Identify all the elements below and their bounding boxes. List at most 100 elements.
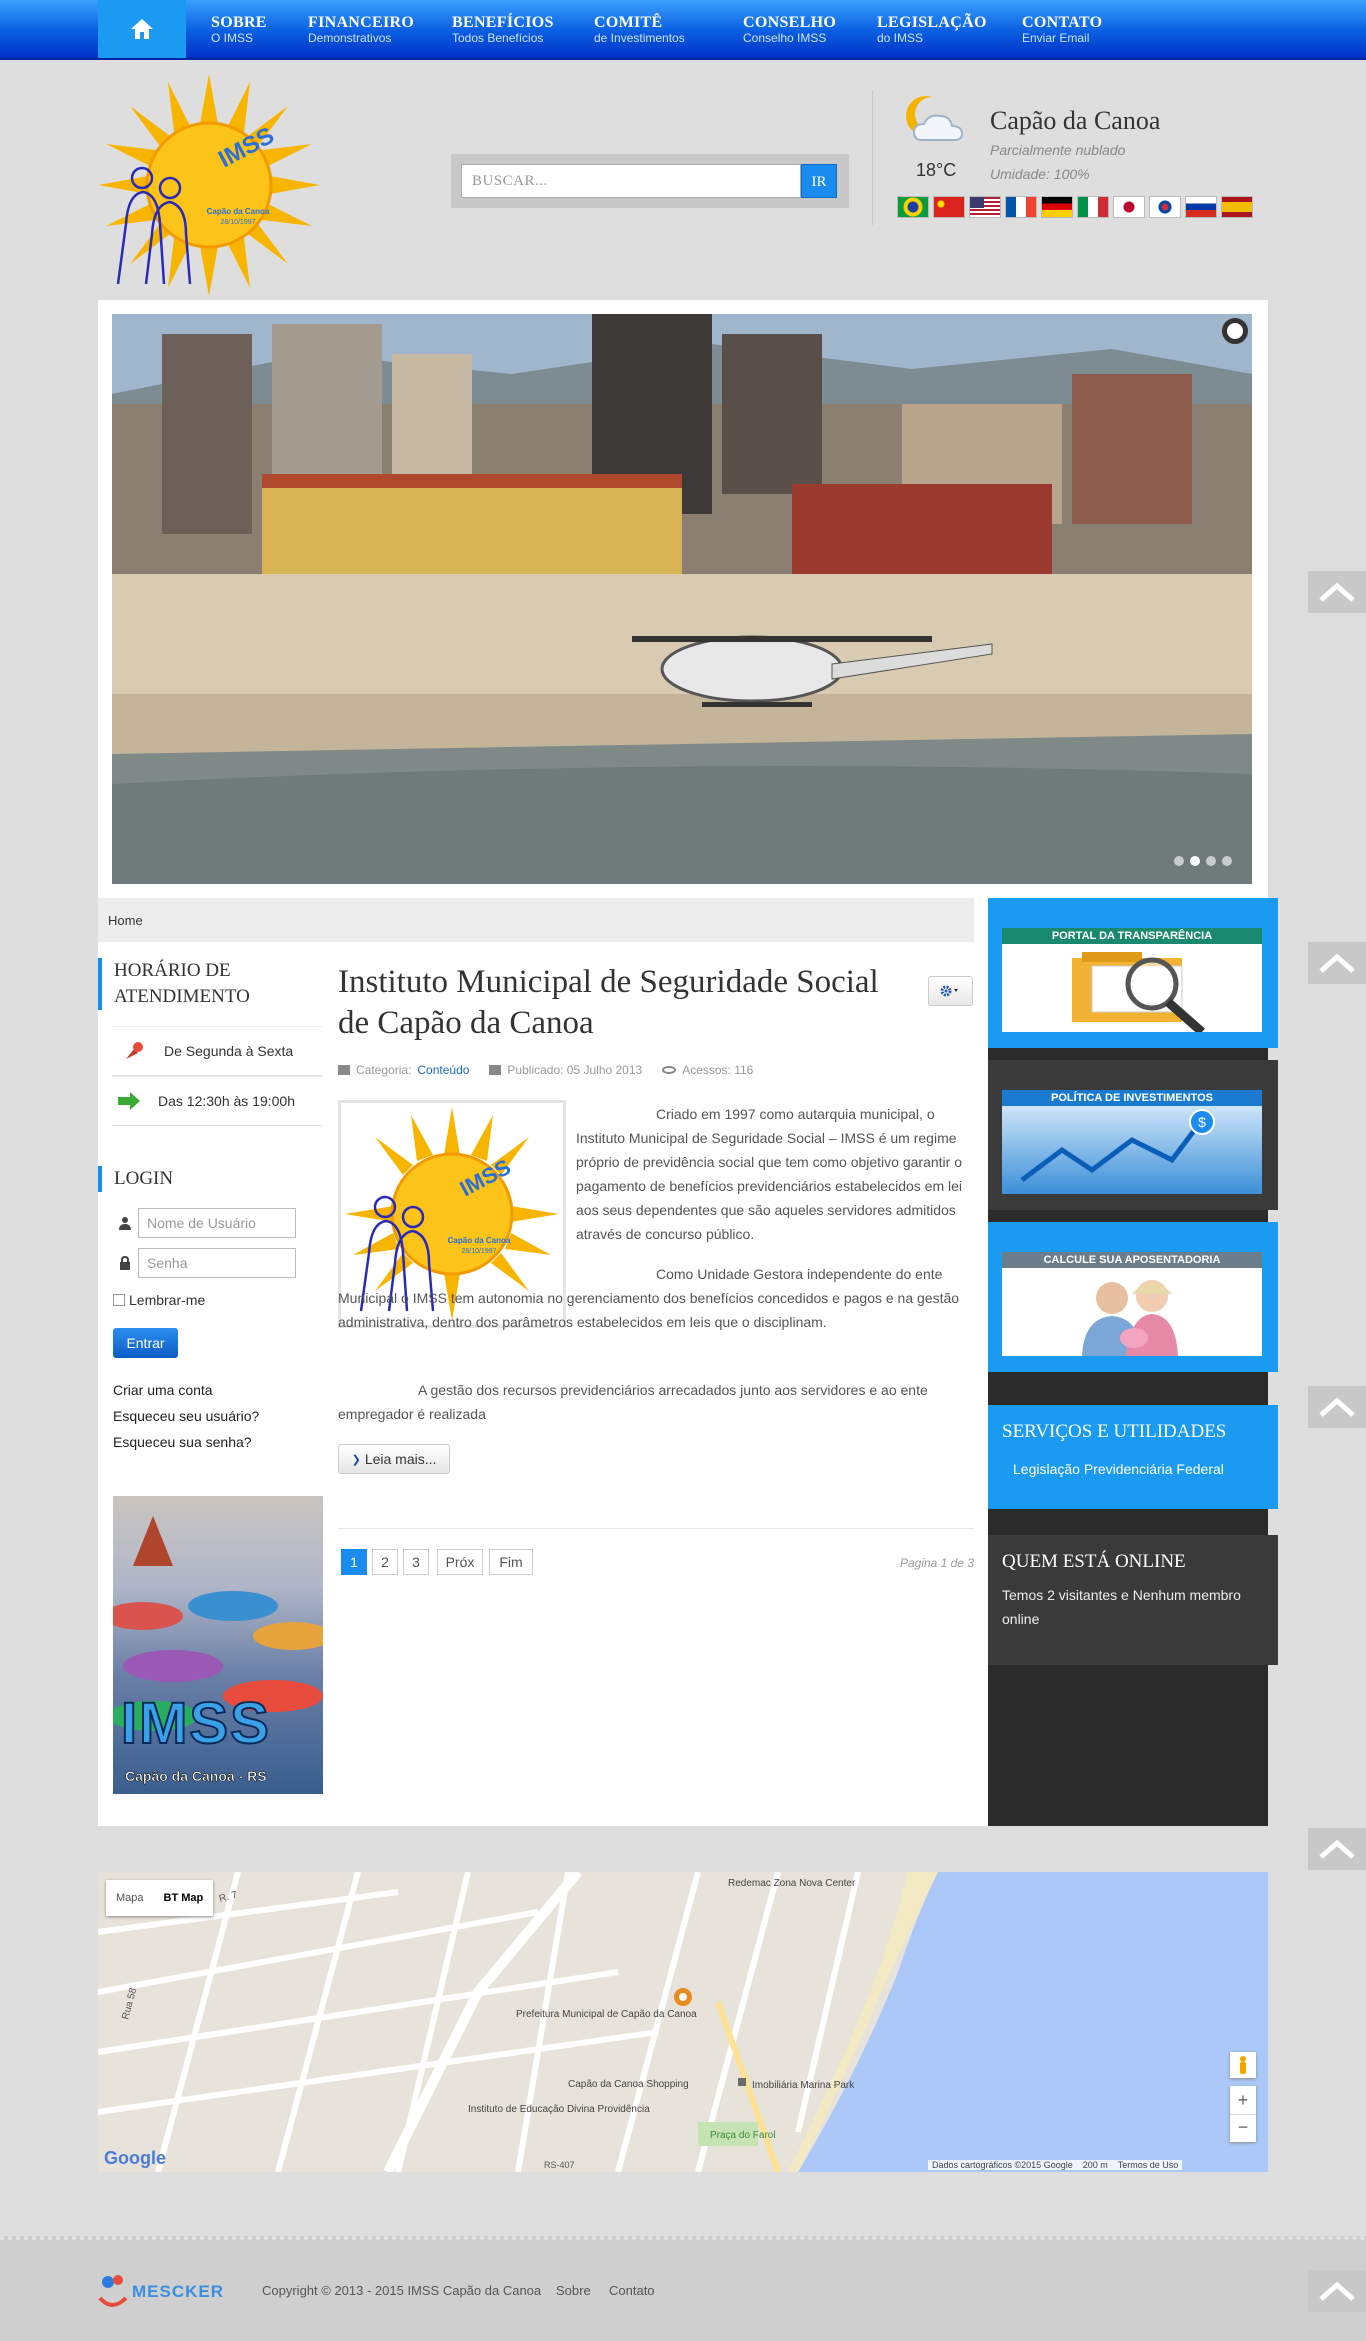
flag-korea-icon[interactable] xyxy=(1149,196,1181,218)
imss-side-banner[interactable]: IMSS Capão da Canoa - RS xyxy=(113,1496,323,1794)
breadcrumb-home[interactable]: Home xyxy=(108,913,143,928)
article-options-button[interactable] xyxy=(928,976,973,1006)
login-title: LOGIN xyxy=(98,1166,322,1192)
calendar-icon xyxy=(489,1065,502,1075)
image-slider xyxy=(98,300,1268,898)
banner-label: PORTAL DA TRANSPARÊNCIA xyxy=(1002,928,1262,944)
slider-dot[interactable] xyxy=(1222,856,1232,866)
scroll-top-button[interactable] xyxy=(1308,1386,1366,1428)
map-label-instituto: Instituto de Educação Divina Providência xyxy=(468,2104,650,2115)
scroll-top-button[interactable] xyxy=(1308,571,1366,613)
search-input[interactable]: BUSCAR... xyxy=(461,164,801,198)
chevron-up-icon xyxy=(1319,1839,1355,1859)
last-page-button[interactable]: Fim xyxy=(489,1549,533,1575)
flag-spain-icon[interactable] xyxy=(1221,196,1253,218)
eye-icon xyxy=(662,1066,677,1074)
password-input[interactable]: Senha xyxy=(138,1248,296,1278)
next-page-button[interactable]: Próx xyxy=(437,1549,483,1575)
lock-icon xyxy=(112,1248,138,1278)
remember-me[interactable]: Lembrar-me xyxy=(113,1292,205,1308)
home-button[interactable] xyxy=(98,0,186,58)
map-label-praca: Praça do Farol xyxy=(710,2130,776,2141)
page-3-button[interactable]: 3 xyxy=(403,1549,429,1575)
scroll-top-button[interactable] xyxy=(1308,1828,1366,1870)
logo-date: 28/10/1997 xyxy=(220,219,255,226)
forgot-password-link[interactable]: Esqueceu sua senha? xyxy=(113,1434,252,1450)
slide-photo-beach[interactable] xyxy=(112,314,1252,884)
nav-item-conselho[interactable]: CONSELHO Conselho IMSS xyxy=(743,14,836,45)
category-label: Categoria: xyxy=(356,1063,412,1077)
services-title: SERVIÇOS E UTILIDADES xyxy=(1002,1421,1227,1442)
weather-humidity: Umidade: 100% xyxy=(990,166,1090,182)
flag-france-icon[interactable] xyxy=(1005,196,1037,218)
weather-city: Capão da Canoa xyxy=(990,106,1161,135)
map-tab-mapa[interactable]: Mapa xyxy=(106,1892,154,1904)
zoom-in-icon[interactable]: + xyxy=(1230,2086,1256,2114)
map-tab-btmap[interactable]: BT Map xyxy=(154,1892,214,1904)
chevron-right-icon: ❯ xyxy=(351,1453,361,1466)
username-input[interactable]: Nome de Usuário xyxy=(138,1208,296,1238)
flag-usa-icon[interactable] xyxy=(969,196,1001,218)
banner-title: IMSS xyxy=(120,1690,271,1757)
transparency-portal-banner[interactable]: PORTAL DA TRANSPARÊNCIA xyxy=(988,898,1278,1048)
search-button[interactable]: IR xyxy=(801,164,837,198)
published-date: Publicado: 05 Julho 2013 xyxy=(507,1063,643,1077)
hours-time-row: Das 12:30h às 19:00h xyxy=(112,1076,322,1126)
read-more-button[interactable]: ❯ Leia mais... xyxy=(338,1444,450,1474)
forgot-username-link[interactable]: Esqueceu seu usuário? xyxy=(113,1408,259,1424)
page-2-button[interactable]: 2 xyxy=(372,1549,398,1575)
flag-brazil-icon[interactable] xyxy=(897,196,929,218)
slider-dot[interactable] xyxy=(1206,856,1216,866)
flag-japan-icon[interactable] xyxy=(1113,196,1145,218)
flag-italy-icon[interactable] xyxy=(1077,196,1109,218)
footer-link-contato[interactable]: Contato xyxy=(609,2283,655,2298)
flag-germany-icon[interactable] xyxy=(1041,196,1073,218)
footer-link-sobre[interactable]: Sobre xyxy=(556,2283,591,2298)
map-label-nova-center: Redemac Zona Nova Center xyxy=(728,1878,856,1889)
nav-item-legislacao[interactable]: LEGISLAÇÃO do IMSS xyxy=(877,14,987,45)
nav-title: CONSELHO xyxy=(743,14,837,31)
nav-item-sobre[interactable]: SOBRE O IMSS xyxy=(211,14,267,45)
nav-item-comite[interactable]: COMITÊ de Investimentos xyxy=(594,14,685,45)
article-title[interactable]: Instituto Municipal de Seguridade Social… xyxy=(338,962,898,1044)
remember-label: Lembrar-me xyxy=(129,1292,206,1308)
banner-label: POLÍTICA DE INVESTIMENTOS xyxy=(1002,1090,1262,1106)
zoom-out-icon[interactable]: − xyxy=(1230,2114,1256,2142)
map-zoom-control: + − xyxy=(1230,2086,1256,2142)
svg-text:$: $ xyxy=(1198,1114,1206,1130)
nav-title: SOBRE xyxy=(211,14,267,31)
nav-item-beneficios[interactable]: BENEFÍCIOS Todos Benefícios xyxy=(452,14,554,45)
investment-policy-banner[interactable]: POLÍTICA DE INVESTIMENTOS $ xyxy=(988,1060,1278,1210)
slider-pause-icon[interactable] xyxy=(1222,318,1248,344)
retirement-calculator-image: CALCULE SUA APOSENTADORIA xyxy=(1002,1252,1262,1356)
nav-item-contato[interactable]: CONTATO Enviar Email xyxy=(1022,14,1102,45)
nav-item-financeiro[interactable]: FINANCEIRO Demonstrativos xyxy=(308,14,414,45)
remember-checkbox[interactable] xyxy=(113,1294,125,1306)
scroll-top-button[interactable] xyxy=(1308,942,1366,984)
chevron-up-icon xyxy=(1319,582,1355,602)
slider-dot[interactable] xyxy=(1190,856,1200,866)
login-submit-button[interactable]: Entrar xyxy=(113,1328,178,1358)
flag-russia-icon[interactable] xyxy=(1185,196,1217,218)
services-link-legislacao[interactable]: Legislação Previdenciária Federal xyxy=(1013,1461,1224,1477)
map-attribution-bar: Dados cartográficos ©2015 Google 200 m T… xyxy=(928,2160,1183,2170)
map-terms-link[interactable]: Termos de Uso xyxy=(1118,2160,1179,2170)
create-account-link[interactable]: Criar uma conta xyxy=(113,1382,213,1398)
nav-subtitle: Enviar Email xyxy=(1022,31,1090,45)
header-divider xyxy=(872,90,873,225)
site-logo[interactable]: IMSS Capão da Canoa 28/10/1997 xyxy=(98,74,320,296)
page-1-button[interactable]: 1 xyxy=(341,1549,367,1575)
folder-icon xyxy=(338,1065,350,1075)
flag-china-icon[interactable] xyxy=(933,196,965,218)
retirement-calculator-banner[interactable]: CALCULE SUA APOSENTADORIA xyxy=(988,1222,1278,1372)
street-view-pegman-icon[interactable] xyxy=(1230,2052,1256,2078)
location-map[interactable]: R. 7 Rua 58 Prefeitura Municipal de Capã… xyxy=(98,1872,1268,2172)
map-type-control: Mapa BT Map xyxy=(106,1880,214,1916)
category-link[interactable]: Conteúdo xyxy=(417,1063,469,1077)
online-title: QUEM ESTÁ ONLINE xyxy=(1002,1551,1186,1572)
scroll-top-button[interactable] xyxy=(1308,2270,1366,2312)
chevron-up-icon xyxy=(1319,953,1355,973)
slider-dot[interactable] xyxy=(1174,856,1184,866)
banner-caption: Capão da Canoa - RS xyxy=(125,1768,267,1785)
mescker-logo[interactable]: MESCKER xyxy=(98,2272,232,2312)
